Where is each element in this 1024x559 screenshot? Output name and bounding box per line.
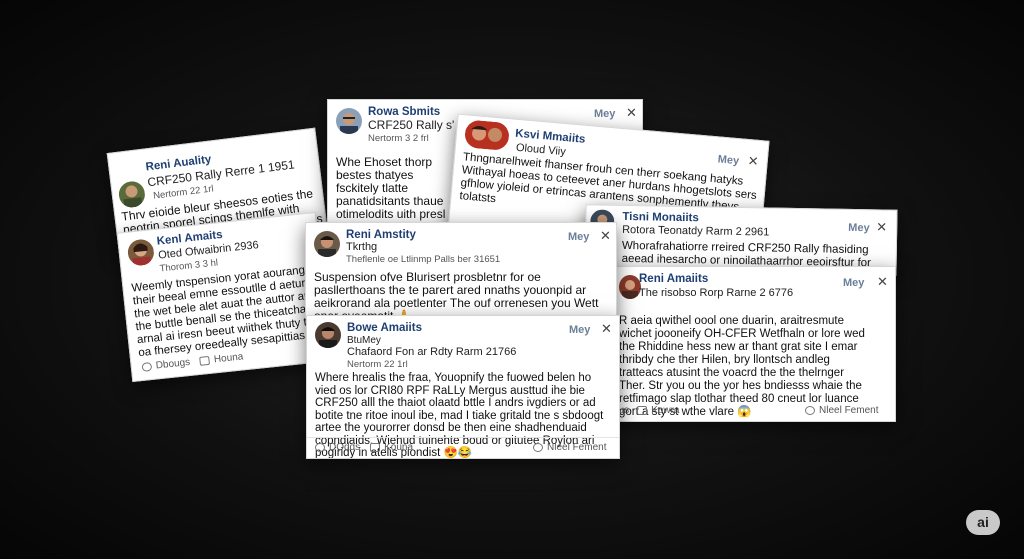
footer-left-label[interactable]: Dbougs [155, 357, 190, 372]
card-subtitle: Tkrthg [346, 241, 378, 253]
comment-text: Suspension ofve Blurisert prosbletnr for… [314, 270, 599, 318]
close-icon[interactable]: ✕ [747, 153, 759, 169]
comment-card-bowe[interactable]: Bowe Amaiits BtuMey Chafaord Fon ar Rdty… [306, 315, 620, 459]
avatar[interactable] [463, 119, 511, 152]
timestamp: Nertorm 3 2 frl [368, 133, 429, 144]
comment-card-tisni[interactable]: Tisni Monaiits Rotora Teonatdy Rarm 2 29… [584, 204, 898, 276]
comment-card-reni-amaiits[interactable]: Reni Amaiits The risobso Rorp Rarne 2 67… [612, 266, 896, 422]
avatar[interactable] [314, 231, 340, 257]
card-menu-label[interactable]: Mey [717, 153, 739, 167]
author-name[interactable]: Bowe Amaiits [347, 322, 422, 334]
card-subtitle: The risobso Rorp Rarne 2 6776 [639, 287, 794, 299]
comment-text: Whe Ehoset thorp bestes thatyes fsckitel… [336, 155, 446, 229]
card-subtitle: CRF250 Rally s' [368, 118, 455, 132]
card-footer-action[interactable]: Nleel Fement [805, 405, 878, 416]
share-icon[interactable] [199, 355, 211, 366]
comment-text: R aeia qwithel oool one duarin, araitres… [619, 315, 865, 418]
author-name[interactable]: Reni Amstity [346, 229, 416, 241]
author-name[interactable]: Tisni Monaiits [622, 211, 699, 224]
card-footer: DOdds Kouna [315, 442, 413, 453]
footer-action-label[interactable]: Nleel Fement [819, 405, 878, 416]
ai-badge[interactable]: ai [966, 510, 1000, 535]
reply-icon[interactable] [141, 361, 153, 372]
timestamp: Theflenle oe Ltlinmp Palls ber 31651 [346, 254, 501, 265]
avatar[interactable] [619, 275, 641, 299]
footer-left-label[interactable]: DOdds [329, 442, 360, 453]
close-icon[interactable]: ✕ [601, 322, 612, 335]
avatar[interactable] [117, 179, 147, 209]
card-subtitle-secondary: Chafaord Fon ar Rdty Rarm 21766 [347, 346, 517, 358]
close-icon[interactable]: ✕ [600, 229, 611, 242]
footer-divider [307, 437, 619, 438]
card-footer: ous Kowra [613, 405, 679, 416]
card-menu-label[interactable]: Mey [594, 108, 615, 120]
footer-right-label[interactable]: Kowra [651, 405, 679, 416]
card-footer-action[interactable]: Nleel Fement [533, 442, 606, 453]
author-name[interactable]: Reni Amaiits [639, 273, 708, 285]
comment-text: Weemly tnspension yorat aourang p their … [130, 263, 321, 360]
comment-icon[interactable] [533, 443, 543, 452]
close-icon[interactable]: ✕ [876, 219, 887, 234]
share-icon[interactable] [370, 443, 381, 452]
card-menu-label[interactable]: Mey [568, 231, 589, 243]
card-subtitle: Rotora Teonatdy Rarm 2 2961 [622, 223, 770, 239]
avatar[interactable] [315, 322, 341, 348]
card-subtitle: BtuMey [347, 335, 381, 346]
footer-right-label[interactable]: Kouna [384, 442, 413, 453]
avatar[interactable] [336, 108, 362, 134]
footer-right-label[interactable]: Houna [213, 351, 243, 365]
author-name[interactable]: Rowa Sbmits [368, 106, 440, 118]
card-menu-label[interactable]: Mey [843, 277, 864, 289]
close-icon[interactable]: ✕ [626, 106, 637, 119]
comment-card-reni-amstity[interactable]: Reni Amstity Tkrthg Theflenle oe Ltlinmp… [305, 222, 617, 318]
card-menu-label[interactable]: Mey [848, 222, 870, 234]
timestamp: Nertorm 22 1rl [347, 359, 408, 370]
comment-icon[interactable] [805, 406, 815, 415]
close-icon[interactable]: ✕ [877, 275, 888, 288]
reply-icon[interactable] [315, 443, 325, 452]
footer-action-label[interactable]: Nleel Fement [547, 442, 606, 453]
avatar[interactable] [126, 238, 156, 267]
comment-card-kenl[interactable]: Kenl Amaits Oted Ofwaibrin 2936 Thorom 3… [116, 211, 332, 383]
card-menu-label[interactable]: Mey [569, 324, 590, 336]
share-icon[interactable] [637, 406, 648, 415]
